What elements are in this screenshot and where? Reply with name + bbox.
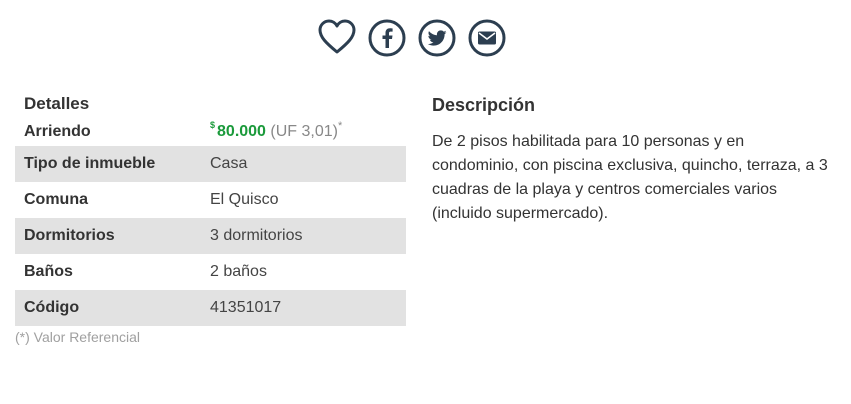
description-title: Descripción: [432, 95, 536, 115]
detail-row-codigo: Código 41351017: [15, 290, 406, 326]
heart-icon: [318, 19, 356, 54]
price-value: $80.000 (UF 3,01)*: [210, 119, 343, 141]
detail-row-tipo: Tipo de inmueble Casa: [15, 146, 406, 182]
twitter-share-button[interactable]: [418, 19, 456, 57]
details-title: Detalles: [24, 94, 90, 113]
detail-row-comuna: Comuna El Quisco: [15, 182, 406, 218]
detail-row-banos: Baños 2 baños: [15, 254, 406, 290]
detail-label: Tipo de inmueble: [24, 155, 156, 172]
detail-value: 3 dormitorios: [210, 227, 303, 244]
detail-value: Casa: [210, 155, 248, 172]
facebook-share-button[interactable]: [368, 19, 406, 57]
footnote: (*) Valor Referencial: [15, 329, 141, 345]
price-currency: $: [210, 119, 216, 130]
detail-label: Código: [24, 299, 80, 316]
facebook-icon: [368, 19, 406, 57]
description-section: Descripción De 2 pisos habilitada para 1…: [432, 95, 832, 226]
email-share-button[interactable]: [468, 19, 506, 57]
price-amount: 80.000: [217, 122, 266, 140]
favorite-button[interactable]: [318, 19, 356, 57]
email-icon: [468, 19, 506, 57]
share-bar: [318, 19, 506, 57]
twitter-icon: [418, 19, 456, 57]
detail-label: Dormitorios: [24, 227, 115, 244]
detail-value: 41351017: [210, 299, 282, 316]
description-text: De 2 pisos habilitada para 10 personas y…: [432, 133, 828, 222]
detail-value: El Quisco: [210, 191, 279, 208]
detail-label: Baños: [24, 263, 73, 280]
price-uf: (UF 3,01): [270, 122, 338, 140]
details-section: Detalles Arriendo $80.000 (UF 3,01)* Tip…: [15, 91, 406, 345]
price-asterisk: *: [337, 119, 343, 132]
price-label: Arriendo: [24, 122, 91, 140]
detail-label: Comuna: [24, 191, 88, 208]
price-row: Arriendo $80.000 (UF 3,01)*: [15, 117, 406, 146]
detail-row-dormitorios: Dormitorios 3 dormitorios: [15, 218, 406, 254]
detail-value: 2 baños: [210, 263, 267, 280]
